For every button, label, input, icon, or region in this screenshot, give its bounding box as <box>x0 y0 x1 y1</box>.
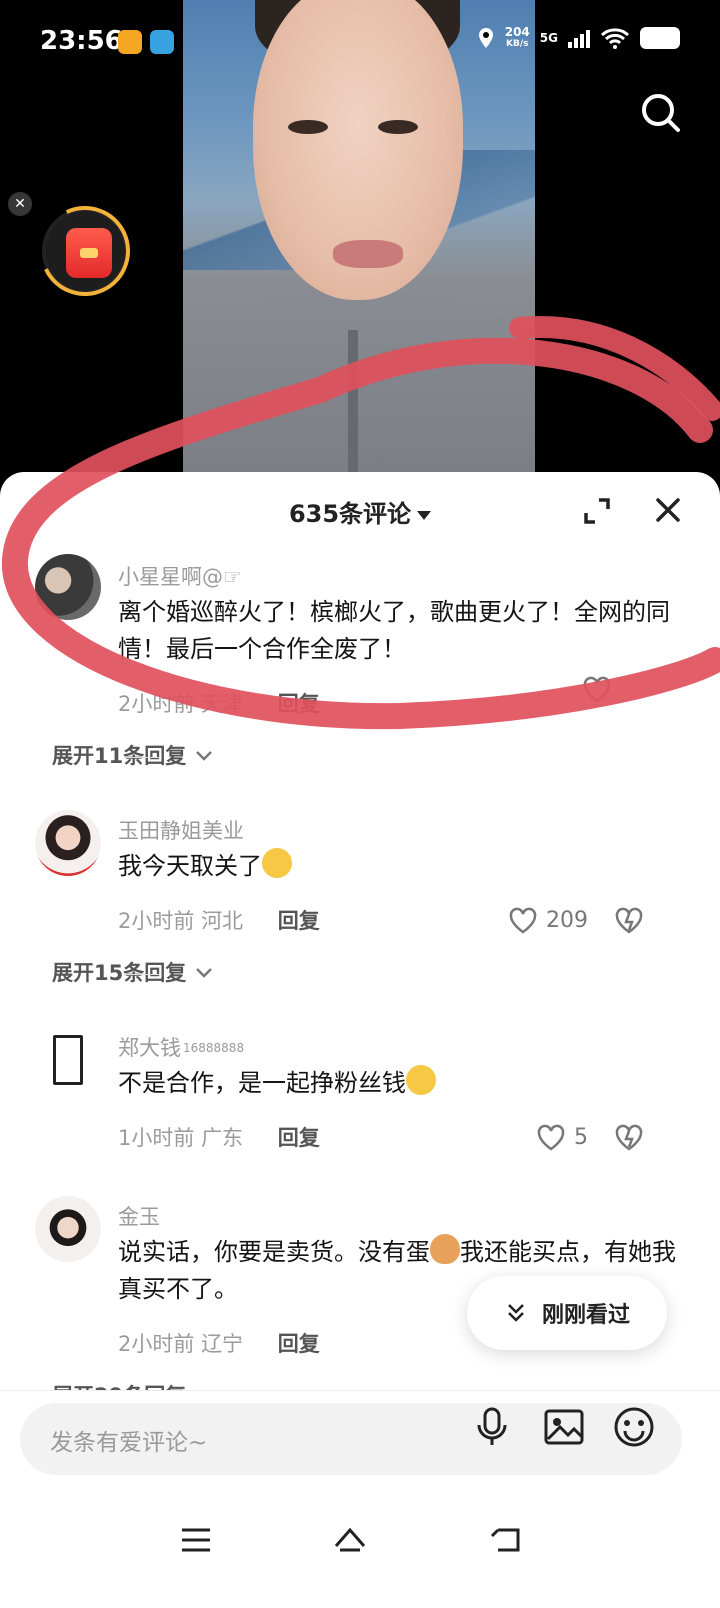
expand-replies-button[interactable]: 展开11条回复 <box>52 732 680 780</box>
network-speed: 204 KB/s <box>504 25 530 49</box>
like-button[interactable]: 5 <box>536 1110 588 1166</box>
comment-item: 郑大钱 16888888 不是合作，是一起挣粉丝钱 1小时前 广东 回复 5 <box>0 997 720 1166</box>
expand-replies-button[interactable]: 展开15条回复 <box>52 949 680 997</box>
comment-text: 不是合作，是一起挣粉丝钱 <box>118 1065 680 1102</box>
comment-meta: 2小时前 河北 回复 209 <box>118 893 680 949</box>
like-button[interactable] <box>582 676 620 704</box>
dislike-icon[interactable] <box>614 907 644 935</box>
signal-icon <box>568 28 590 48</box>
home-icon[interactable] <box>332 1524 368 1556</box>
wifi-icon <box>600 28 630 49</box>
system-nav-bar <box>0 1486 720 1608</box>
heart-icon <box>537 1124 565 1151</box>
comment-meta: 1小时前 广东 回复 5 <box>118 1110 680 1166</box>
comment-count-dropdown[interactable]: 635条评论 <box>0 494 720 529</box>
comment-text: 我今天取关了 <box>118 848 680 885</box>
clock: 23:56 <box>40 26 123 56</box>
like-button[interactable]: 209 <box>508 893 588 949</box>
close-floating-icon[interactable]: ✕ <box>8 192 32 216</box>
comments-sheet: 635条评论 小星星啊@☞ 离个婚巡醉火了！槟榔火了，歌曲更火了！全网的同情！最… <box>0 472 720 1608</box>
comment-username[interactable]: 玉田静姐美业 <box>118 816 680 846</box>
comment-input-placeholder: 发条有爱评论~ <box>50 1430 208 1456</box>
reply-button[interactable]: 回复 <box>278 1332 320 1356</box>
comment-location: 天津 <box>201 692 244 716</box>
location-icon <box>478 28 493 48</box>
comment-input-bar: 发条有爱评论~ <box>0 1390 720 1486</box>
dislike-icon[interactable] <box>614 1124 644 1152</box>
comment-item: 小星星啊@☞ 离个婚巡醉火了！槟榔火了，歌曲更火了！全网的同情！最后一个合作全废… <box>0 548 720 780</box>
back-icon[interactable] <box>488 1524 524 1556</box>
comment-username[interactable]: 郑大钱 16888888 <box>118 1033 680 1063</box>
expand-icon[interactable] <box>582 496 612 526</box>
reply-button[interactable]: 回复 <box>278 909 320 933</box>
avatar[interactable] <box>35 1027 101 1093</box>
reply-button[interactable]: 回复 <box>278 1126 320 1150</box>
avatar[interactable] <box>35 1196 101 1262</box>
crying-emoji-icon <box>262 848 292 878</box>
comment-item: 玉田静姐美业 我今天取关了 2小时前 河北 回复 209 展开15条回复 <box>0 780 720 997</box>
chevron-down-icon <box>195 968 212 978</box>
status-bar: 23:56 204 KB/s 5G <box>0 0 720 84</box>
image-icon[interactable] <box>542 1405 586 1449</box>
chevron-down-icon <box>195 751 212 761</box>
battery-icon <box>640 27 680 49</box>
sheet-header: 635条评论 <box>0 472 720 548</box>
double-chevron-down-icon <box>508 1304 524 1322</box>
close-icon[interactable] <box>652 494 684 526</box>
heart-icon <box>509 907 537 934</box>
comment-text: 离个婚巡醉火了！槟榔火了，歌曲更火了！全网的同情！最后一个合作全废了！ <box>118 598 670 663</box>
shush-emoji-icon <box>406 1065 436 1095</box>
menu-icon[interactable] <box>178 1524 214 1556</box>
network-type: 5G <box>539 31 558 45</box>
recently-viewed-button[interactable]: 刚刚看过 <box>467 1276 667 1350</box>
heart-icon <box>583 676 611 703</box>
avatar[interactable] <box>35 810 101 876</box>
red-packet-icon[interactable] <box>27 193 143 309</box>
avatar[interactable] <box>35 554 101 620</box>
comment-username[interactable]: 小星星啊@☞ <box>118 562 680 592</box>
microphone-icon[interactable] <box>470 1405 514 1449</box>
search-icon[interactable] <box>638 90 684 136</box>
comment-meta: 2小时前 天津 回复 <box>118 676 680 732</box>
video-player[interactable]: 23:56 204 KB/s 5G ✕ <box>0 0 720 480</box>
emoji-icon[interactable] <box>612 1405 656 1449</box>
comment-username[interactable]: 金玉 <box>118 1202 680 1232</box>
comment-time: 2小时前 <box>118 692 195 716</box>
weibo-icon <box>118 30 142 54</box>
reply-button[interactable]: 回复 <box>278 692 320 716</box>
egg-emoji-icon <box>430 1234 460 1264</box>
caret-down-icon <box>417 510 432 520</box>
telegram-icon <box>150 30 174 54</box>
